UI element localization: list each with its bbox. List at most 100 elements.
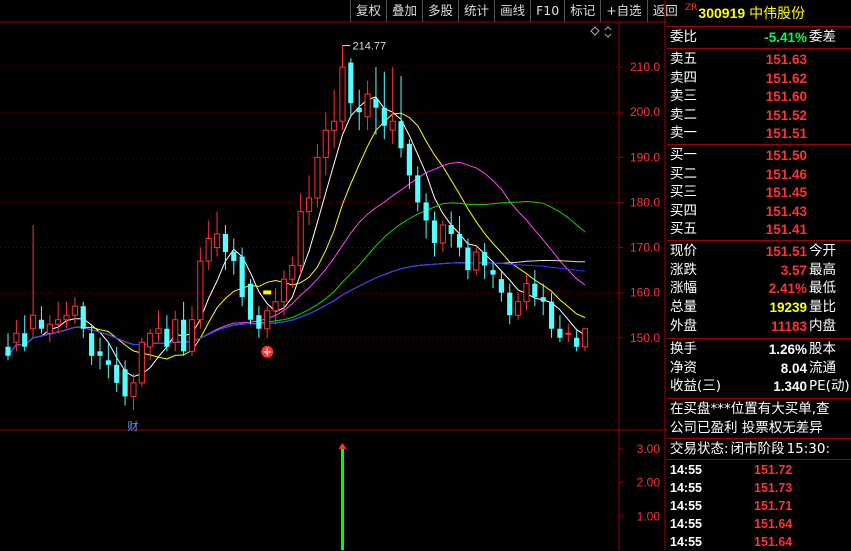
candle-body	[523, 283, 530, 303]
candle	[322, 112, 329, 176]
bid-row-1-label: 买一	[670, 147, 697, 163]
candle-body	[13, 332, 20, 343]
bid-row-3: 买三 151.45	[667, 183, 851, 202]
kline-chart[interactable]: 150.0 160.0 170.0 180.0 190.0 200.0 210.0 214.7…	[0, 0, 667, 550]
candle-body	[574, 337, 580, 347]
weibi-row-right-label: 委差	[809, 29, 836, 45]
candle-body	[222, 234, 229, 253]
candle-body	[473, 251, 480, 271]
stat2-row-2: 收益(三) 1.340 PE(动)	[667, 377, 851, 396]
candle-body	[515, 301, 522, 316]
candle-body	[63, 314, 70, 321]
candle-body	[197, 260, 204, 321]
candle	[473, 247, 480, 275]
stat-row-4-right-label: 内盘	[809, 317, 836, 334]
stat2-row-1-right-label: 流通	[809, 359, 836, 376]
candle-body	[373, 98, 379, 108]
candle	[423, 193, 429, 239]
stat2-row-2-label: 收益(三)	[670, 378, 722, 395]
candle-body	[314, 156, 321, 199]
candle	[348, 58, 354, 117]
stat2-row-1-value: 8.04	[780, 360, 807, 376]
stat-row-4: 外盘 11183 内盘	[667, 317, 851, 336]
candle	[181, 301, 187, 356]
news-line-2[interactable]: 公司已盈利 投票权无差异	[670, 419, 851, 438]
bid-row-5: 买五 151.41	[667, 220, 851, 239]
price-tick-label: 210.0	[630, 60, 660, 74]
bid-row-4-label: 买四	[670, 202, 697, 219]
price-tick-label: 160.0	[630, 286, 660, 300]
candle-body	[239, 256, 245, 298]
ask-row-5-value: 151.63	[765, 52, 807, 67]
stat-row-0-value: 151.51	[765, 244, 807, 259]
candle-body	[565, 332, 572, 335]
candle	[122, 360, 128, 406]
tick-time: 14:55	[670, 463, 702, 477]
candle-body	[188, 319, 196, 352]
candle-body	[348, 62, 354, 104]
candle-body	[22, 333, 28, 347]
candle-body	[498, 279, 504, 293]
tick-row: 14:55 151.64	[667, 515, 851, 533]
candle-body	[532, 283, 538, 298]
candle	[356, 89, 362, 131]
candle	[565, 324, 572, 343]
ma60-line	[7, 259, 585, 357]
candle-body	[339, 66, 346, 122]
ask-row-1-value: 151.51	[765, 126, 807, 142]
stat2-row-1: 净资 8.04 流通	[667, 359, 851, 378]
stat-row-0-label: 现价	[670, 243, 697, 259]
candle	[305, 175, 313, 225]
panel-divider	[667, 398, 851, 399]
bid-row-5-label: 买五	[670, 221, 697, 238]
candle	[222, 225, 229, 271]
max-price-label: 214.77	[352, 41, 386, 53]
stat-row-3-right-label: 量比	[809, 299, 836, 316]
panel-divider	[667, 459, 851, 460]
candle	[314, 143, 321, 207]
candle	[172, 310, 179, 352]
stat-row-2-right-label: 最低	[809, 280, 836, 297]
candle-body	[55, 319, 62, 325]
indicator-tick-label: 3.00	[637, 442, 661, 456]
bid-row-4: 买四 151.43	[667, 202, 851, 221]
candle	[63, 301, 70, 329]
bid-row-4-value: 151.43	[765, 203, 807, 219]
tick-price: 151.72	[754, 463, 793, 477]
candle-body	[507, 292, 513, 316]
candle-body	[415, 175, 421, 203]
candle	[415, 166, 421, 212]
candle-body	[213, 233, 221, 249]
candle-body	[147, 332, 154, 348]
candle	[213, 211, 221, 257]
candle	[97, 337, 103, 370]
candle-body	[406, 143, 412, 176]
candle	[256, 306, 262, 338]
stat-row-3: 总量 19239 量比	[667, 298, 851, 317]
bid-row-2-value: 151.46	[765, 166, 807, 182]
bid-row-5-value: 151.41	[765, 222, 807, 238]
stat2-row-0-value: 1.26%	[768, 342, 807, 357]
tick-time: 14:55	[670, 481, 702, 495]
candle	[389, 67, 396, 144]
candle	[581, 328, 589, 352]
tick-row: 14:55 151.72	[667, 461, 851, 479]
buy-signal-icon	[261, 345, 274, 358]
stat-row-0-right-label: 今开	[809, 243, 836, 259]
news-line-1[interactable]: 在买盘***位置有大买单,查	[670, 400, 851, 419]
candle-body	[97, 351, 103, 356]
candle	[574, 328, 580, 352]
bid-row-1-value: 151.50	[765, 148, 807, 163]
candle	[498, 270, 504, 302]
tick-price: 151.64	[754, 517, 793, 531]
candle-body	[71, 305, 78, 316]
ask-row-3-label: 卖三	[670, 88, 697, 105]
candle	[540, 283, 546, 316]
candle-body	[289, 265, 296, 280]
ask-row-4: 卖四 151.62	[667, 69, 851, 88]
candle-body	[356, 107, 362, 113]
stat2-row-2-value: 1.340	[773, 379, 807, 395]
bid-row-1: 买一 151.50	[667, 146, 851, 165]
tick-price: 151.71	[754, 499, 793, 513]
candle	[297, 193, 304, 275]
